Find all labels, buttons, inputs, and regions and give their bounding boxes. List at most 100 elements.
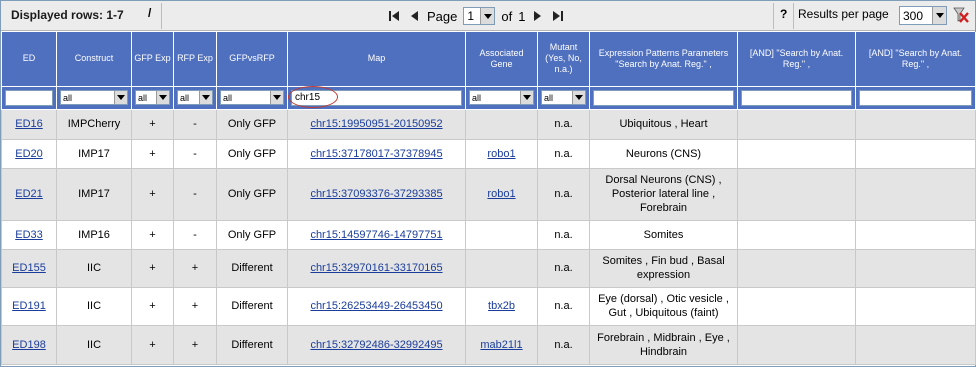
ed-link[interactable]: ED21 — [15, 188, 43, 200]
column-header-expression-patterns[interactable]: Expression Patterns Parameters "Search b… — [589, 32, 738, 87]
displayed-rows-label: Displayed rows: 1-7 — [11, 8, 124, 22]
table-cell: IIC — [56, 248, 132, 288]
gfpvsrfp-cell: Only GFP — [227, 188, 277, 200]
chevron-down-icon — [199, 91, 212, 104]
mutant-cell: n.a. — [554, 147, 573, 160]
gfp-filter-select[interactable]: all — [135, 90, 170, 105]
table-row: ED155 IIC + + Different chr15:32970161-331701… — [1, 248, 976, 288]
table-cell — [465, 219, 538, 250]
next-page-icon[interactable] — [531, 9, 545, 23]
ed-link[interactable]: ED20 — [15, 148, 43, 160]
gfpvsrfp-filter-value: all — [223, 92, 233, 103]
table-cell: chr15:26253449-26453450 — [287, 286, 466, 326]
table-cell: + — [131, 108, 174, 140]
previous-page-icon[interactable] — [407, 9, 421, 23]
rfp-cell: + — [191, 300, 199, 312]
results-per-page-label: Results per page — [798, 7, 889, 21]
construct-cell: IIC — [86, 262, 102, 274]
table-row: ED21 IMP17 + - Only GFP chr15:37093376-372933… — [1, 167, 976, 221]
table-cell — [855, 286, 976, 326]
table-cell: tbx2b — [465, 286, 538, 326]
table-cell: ED33 — [1, 219, 57, 250]
table-cell — [855, 108, 976, 140]
column-header-construct[interactable]: Construct — [56, 32, 132, 87]
table-row: ED33 IMP16 + - Only GFP chr15:14597746-147977… — [1, 219, 976, 250]
table-cell — [855, 248, 976, 288]
mutant-filter-select[interactable]: all — [541, 90, 586, 105]
page-label: Page — [427, 8, 458, 24]
table-cell: + — [173, 248, 217, 288]
expression-filter-input[interactable] — [593, 89, 734, 106]
pagination: Page 1 of 1 — [387, 7, 565, 25]
map-link[interactable]: chr15:19950951-20150952 — [310, 118, 442, 130]
toolbar-divider — [773, 3, 774, 29]
mutant-filter-value: all — [544, 92, 554, 103]
table-row: ED16 IMPCherry + - Only GFP chr15:19950951-20… — [1, 108, 976, 140]
gene-link[interactable]: mab21l1 — [480, 339, 522, 351]
mutant-cell: n.a. — [554, 338, 573, 351]
ed-link[interactable]: ED33 — [15, 229, 43, 241]
table-cell: - — [173, 167, 217, 221]
table-cell — [855, 167, 976, 221]
gene-link[interactable]: robo1 — [487, 188, 515, 200]
and-filter-input-2[interactable] — [859, 89, 972, 106]
map-link[interactable]: chr15:32792486-32992495 — [310, 339, 442, 351]
gene-link[interactable]: robo1 — [487, 148, 515, 160]
ed-link[interactable]: ED155 — [12, 262, 46, 274]
ed-link[interactable]: ED16 — [15, 118, 43, 130]
construct-filter-select[interactable]: all — [60, 90, 128, 105]
clear-filters-icon[interactable] — [953, 6, 969, 24]
gfpvsrfp-cell: Only GFP — [227, 118, 277, 130]
table-cell: robo1 — [465, 138, 538, 169]
column-header-and-2[interactable]: [AND] "Search by Anat. Reg." , — [855, 32, 976, 87]
table-cell — [465, 248, 538, 288]
table-cell: n.a. — [537, 108, 590, 140]
help-button[interactable]: ? — [780, 7, 787, 21]
column-header-map[interactable]: Map — [287, 32, 466, 87]
construct-filter-value: all — [63, 92, 73, 103]
table-cell: - — [173, 219, 217, 250]
last-page-icon[interactable] — [551, 9, 565, 23]
map-link[interactable]: chr15:32970161-33170165 — [310, 262, 442, 274]
page-select[interactable]: 1 — [463, 7, 496, 25]
rfp-cell: + — [191, 262, 199, 274]
mutant-cell: n.a. — [554, 118, 573, 130]
construct-cell: IIC — [86, 300, 102, 312]
map-link[interactable]: chr15:14597746-14797751 — [310, 229, 442, 241]
table-cell: + — [173, 324, 217, 365]
first-page-icon[interactable] — [387, 9, 401, 23]
ed-filter-input[interactable] — [5, 89, 53, 106]
column-header-associated-gene[interactable]: Associated Gene — [465, 32, 538, 87]
map-filter-input[interactable]: chr15 — [288, 85, 462, 108]
expression-cell: Dorsal Neurons (CNS) , Posterior lateral… — [605, 174, 722, 214]
table-cell: Different — [216, 248, 288, 288]
chevron-down-icon — [572, 91, 585, 104]
results-per-page-value: 300 — [903, 8, 924, 23]
column-header-gfpvsrfp[interactable]: GFPvsRFP — [216, 32, 288, 87]
total-pages: 1 — [518, 8, 526, 24]
table-cell: chr15:32970161-33170165 — [287, 248, 466, 288]
map-link[interactable]: chr15:37178017-37378945 — [310, 148, 442, 160]
column-header-gfp-exp[interactable]: GFP Exp — [131, 32, 174, 87]
chevron-down-icon — [114, 91, 127, 104]
gene-filter-select[interactable]: all — [469, 90, 534, 105]
map-link[interactable]: chr15:26253449-26453450 — [310, 300, 442, 312]
column-header-ed[interactable]: ED — [1, 32, 57, 87]
table-cell: n.a. — [537, 138, 590, 169]
displayed-rows-slash: / — [148, 6, 152, 20]
expression-cell: Ubiquitous , Heart — [619, 118, 708, 130]
rfp-filter-select[interactable]: all — [177, 90, 213, 105]
ed-link[interactable]: ED198 — [12, 339, 46, 351]
gfpvsrfp-filter-select[interactable]: all — [220, 90, 284, 105]
column-header-mutant[interactable]: Mutant (Yes, No, n.a.) — [537, 32, 590, 87]
and-filter-input-1[interactable] — [741, 89, 852, 106]
of-label: of — [501, 8, 513, 24]
map-link[interactable]: chr15:37093376-37293385 — [310, 188, 442, 200]
gfp-cell: + — [149, 188, 156, 200]
table-cell: Ubiquitous , Heart — [589, 108, 738, 140]
ed-link[interactable]: ED191 — [12, 300, 46, 312]
column-header-rfp-exp[interactable]: RFP Exp — [173, 32, 217, 87]
results-per-page-select[interactable]: 300 — [899, 6, 947, 25]
column-header-and-1[interactable]: [AND] "Search by Anat. Reg." , — [737, 32, 856, 87]
gene-link[interactable]: tbx2b — [488, 300, 515, 312]
